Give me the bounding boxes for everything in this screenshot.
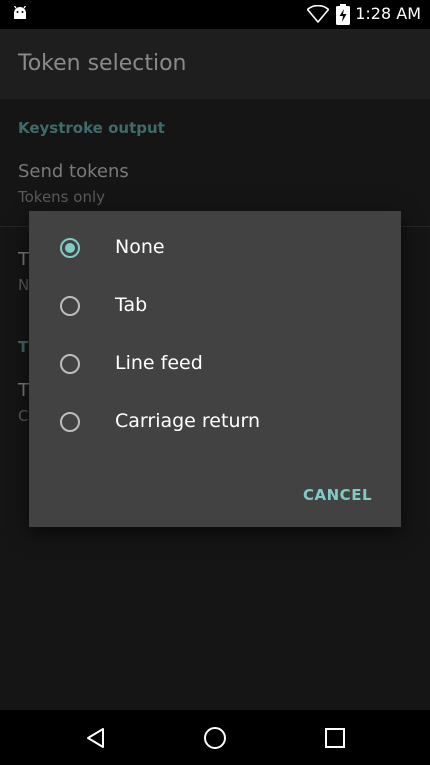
radio-unchecked-icon[interactable] xyxy=(60,412,80,432)
option-label: Carriage return xyxy=(115,410,261,432)
clock: 1:28 AM xyxy=(355,4,421,23)
option-none[interactable]: None xyxy=(29,221,401,279)
category-keystroke-output: Keystroke output xyxy=(18,119,165,137)
option-carriage-return[interactable]: Carriage return xyxy=(29,395,401,453)
pref-title: T xyxy=(18,380,29,401)
battery-charging-icon xyxy=(336,4,350,29)
navigation-bar xyxy=(0,710,430,765)
option-tab[interactable]: Tab xyxy=(29,279,401,337)
pref-title: T xyxy=(18,249,29,270)
radio-unchecked-icon[interactable] xyxy=(60,354,80,374)
option-label: Line feed xyxy=(115,352,203,374)
radio-checked-icon[interactable] xyxy=(60,238,80,258)
option-label: None xyxy=(115,236,165,258)
pref-summary: Tokens only xyxy=(18,188,105,206)
option-label: Tab xyxy=(115,294,148,316)
status-bar: 1:28 AM xyxy=(0,0,430,29)
app-bar: Token selection xyxy=(0,29,430,99)
recents-icon[interactable] xyxy=(323,726,347,750)
android-icon xyxy=(12,5,28,24)
pref-summary: N xyxy=(18,276,30,294)
token-selection-dialog: None Tab Line feed Carriage return CANCE… xyxy=(29,211,401,527)
pref-summary: C xyxy=(18,407,29,425)
category-2: T xyxy=(18,338,29,356)
cancel-button[interactable]: CANCEL xyxy=(292,479,383,511)
wifi-icon xyxy=(306,4,330,27)
home-icon[interactable] xyxy=(203,726,227,750)
screen: 1:28 AM Token selection Keystroke output… xyxy=(0,0,430,765)
option-line-feed[interactable]: Line feed xyxy=(29,337,401,395)
radio-unchecked-icon[interactable] xyxy=(60,296,80,316)
pref-title: Send tokens xyxy=(18,161,129,182)
page-title: Token selection xyxy=(18,51,187,76)
back-icon[interactable] xyxy=(84,726,108,750)
